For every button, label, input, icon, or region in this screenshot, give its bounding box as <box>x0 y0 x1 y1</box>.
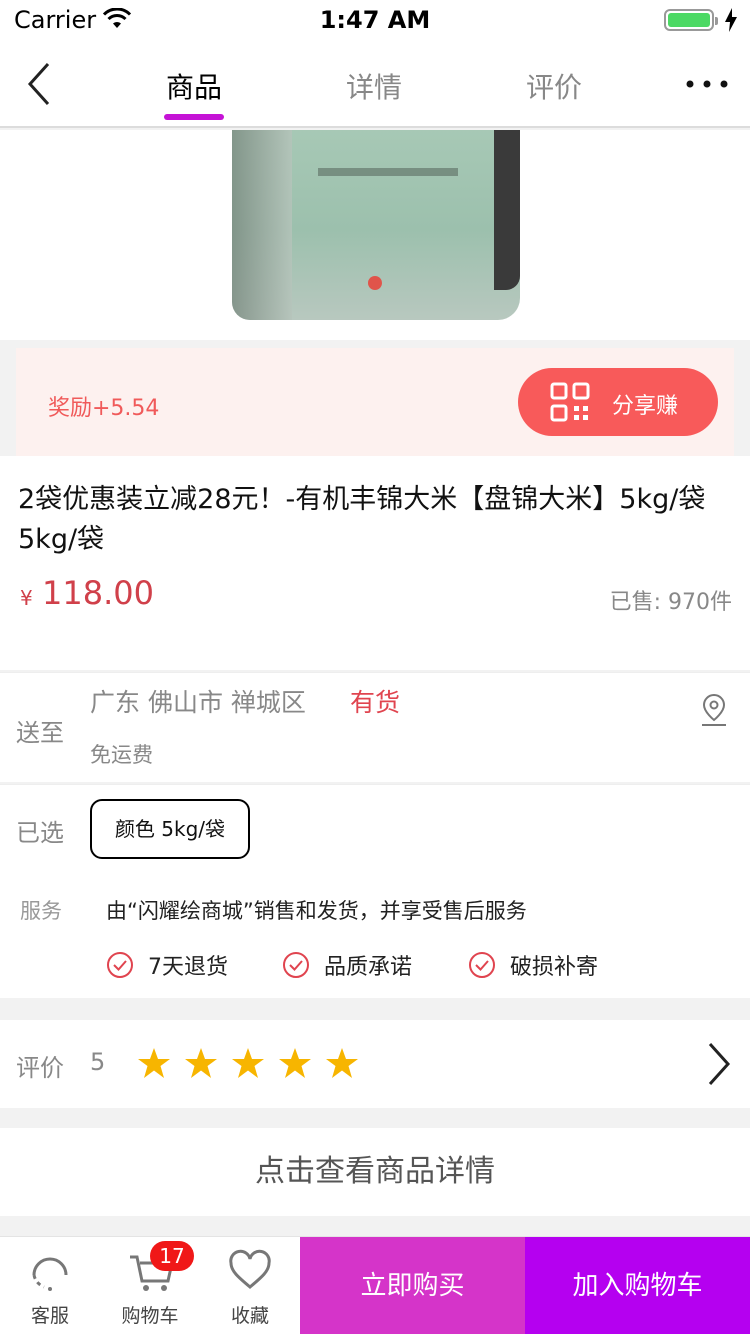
battery-icon <box>664 9 718 31</box>
carousel-indicator-dot <box>368 276 382 290</box>
service-item-label: 品质承诺 <box>324 955 413 980</box>
product-page: Carrier 1:47 AM 商品 详情 评价 奖励+5.54 分享赚 2袋优… <box>0 0 750 1334</box>
favorite-button[interactable]: 收藏 <box>200 1237 300 1334</box>
share-earn-label: 分享赚 <box>612 394 679 419</box>
check-circle-icon <box>283 952 309 978</box>
selected-variant-chip[interactable]: 颜色 5kg/袋 <box>90 799 250 859</box>
map-pin-icon[interactable] <box>700 693 728 727</box>
customer-service-button[interactable]: 客服 <box>0 1237 100 1334</box>
star-icon <box>138 1048 170 1078</box>
product-image-carousel[interactable] <box>0 130 750 340</box>
product-info: 2袋优惠装立减28元！-有机丰锦大米【盘锦大米】5kg/袋 5kg/袋 ¥ 11… <box>0 456 750 670</box>
product-price: 118.00 <box>42 574 154 612</box>
clock: 1:47 AM <box>319 6 431 34</box>
chevron-right-icon[interactable] <box>706 1042 732 1086</box>
sold-count: 已售: 970件 <box>609 590 732 615</box>
tab-goods[interactable]: 商品 <box>139 66 249 106</box>
shipping-fee: 免运费 <box>90 743 153 767</box>
selection-service-section: 已选 颜色 5kg/袋 服务 由“闪耀绘商城”销售和发货，并享受售后服务 7天退… <box>0 784 750 998</box>
active-tab-indicator <box>164 114 224 120</box>
tab-detail[interactable]: 详情 <box>319 66 429 106</box>
reward-amount: 奖励+5.54 <box>48 396 160 421</box>
heart-icon <box>229 1249 271 1289</box>
selected-label: 已选 <box>16 819 64 847</box>
back-icon[interactable] <box>22 60 62 108</box>
service-item-label: 7天退货 <box>148 955 228 980</box>
reviews-row[interactable]: 评价 5 <box>0 1020 750 1108</box>
service-item-label: 破损补寄 <box>510 955 599 980</box>
favorite-label: 收藏 <box>230 1305 269 1327</box>
headset-icon <box>32 1257 68 1291</box>
check-circle-icon <box>107 952 133 978</box>
top-nav: 商品 详情 评价 <box>0 40 750 128</box>
add-to-cart-button[interactable]: 加入购物车 <box>525 1237 750 1334</box>
star-icon <box>232 1048 264 1078</box>
qr-code-icon <box>550 382 590 422</box>
share-earn-button[interactable]: 分享赚 <box>518 368 718 436</box>
service-description: 由“闪耀绘商城”销售和发货，并享受售后服务 <box>106 899 527 923</box>
reward-banner: 奖励+5.54 分享赚 <box>16 348 734 456</box>
charging-icon <box>725 8 737 32</box>
customer-service-label: 客服 <box>30 1305 69 1327</box>
ship-to-label: 送至 <box>16 719 64 747</box>
cart-label: 购物车 <box>121 1305 179 1327</box>
tab-review[interactable]: 评价 <box>499 66 609 106</box>
cart-count-badge: 17 <box>150 1241 194 1271</box>
bottom-action-bar: 客服 17 购物车 收藏 立即购买 加入购物车 <box>0 1236 750 1334</box>
buy-now-button[interactable]: 立即购买 <box>300 1237 525 1334</box>
view-details-link[interactable]: 点击查看商品详情 <box>0 1128 750 1216</box>
status-bar: Carrier 1:47 AM <box>0 0 750 40</box>
ship-region: 广东 佛山市 禅城区 <box>90 688 306 717</box>
star-icon <box>279 1048 311 1078</box>
reviews-label: 评价 <box>16 1054 64 1082</box>
check-circle-icon <box>469 952 495 978</box>
shipping-row[interactable]: 送至 广东 佛山市 禅城区 有货 免运费 <box>0 672 750 782</box>
cart-button[interactable]: 17 购物车 <box>100 1237 200 1334</box>
service-label: 服务 <box>20 899 62 923</box>
star-icon <box>326 1048 358 1078</box>
star-rating <box>138 1048 358 1078</box>
product-title: 2袋优惠装立减28元！-有机丰锦大米【盘锦大米】5kg/袋 5kg/袋 <box>18 484 706 555</box>
star-icon <box>185 1048 217 1078</box>
more-horizontal-icon[interactable] <box>686 80 728 88</box>
stock-status: 有货 <box>350 688 401 717</box>
review-score: 5 <box>90 1048 106 1076</box>
currency-symbol: ¥ <box>20 586 33 610</box>
